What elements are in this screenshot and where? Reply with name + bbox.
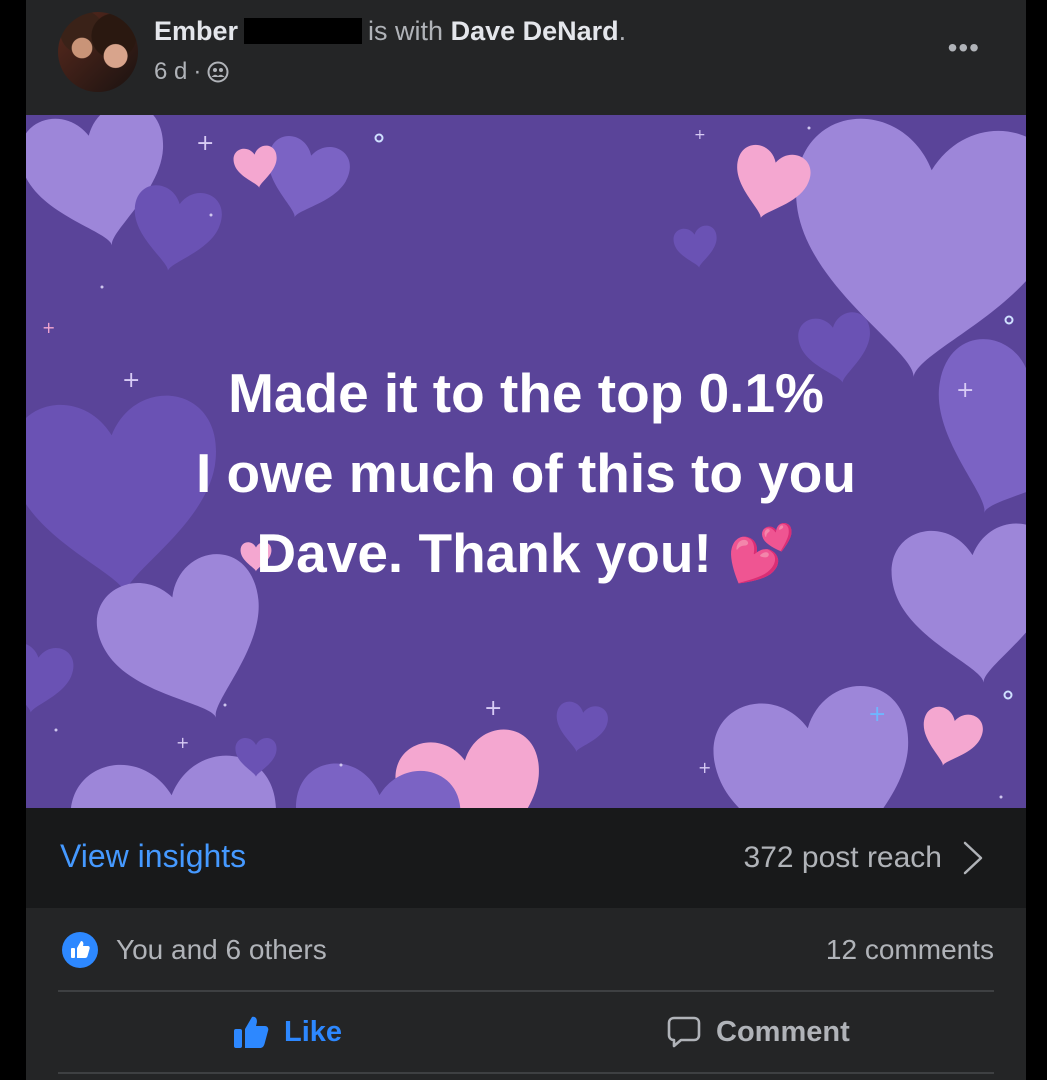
- redaction-bar: [244, 18, 363, 44]
- svg-text:+: +: [868, 702, 886, 727]
- divider: [58, 1072, 994, 1074]
- separator: ·: [193, 58, 202, 85]
- post-actions: Like Comment: [26, 992, 1026, 1074]
- svg-text:+: +: [694, 127, 706, 143]
- like-reaction-icon: [62, 932, 98, 968]
- reactions-text[interactable]: You and 6 others: [116, 934, 327, 966]
- comments-count[interactable]: 12 comments: [826, 934, 994, 966]
- svg-text:+: +: [484, 696, 502, 721]
- svg-text:+: +: [176, 733, 189, 752]
- chevron-right-icon[interactable]: [962, 840, 984, 876]
- comment-label: Comment: [716, 1015, 850, 1048]
- post-image-text: Made it to the top 0.1% I owe much of th…: [26, 353, 1026, 593]
- post-header: Ember is with Dave DeNard. 6 d · •••: [26, 0, 1026, 115]
- avatar[interactable]: [58, 12, 138, 92]
- reactions-summary: You and 6 others 12 comments: [26, 908, 1026, 990]
- like-label: Like: [284, 1015, 343, 1048]
- svg-text:+: +: [698, 758, 711, 777]
- post-time[interactable]: 6 d: [154, 58, 187, 86]
- comment-icon: [667, 1016, 701, 1048]
- thumbs-up-icon: [234, 1016, 269, 1048]
- post-image-line: I owe much of this to you: [196, 442, 856, 504]
- post-image-line: Made it to the top 0.1%: [228, 362, 824, 424]
- post-reach[interactable]: 372 post reach: [744, 841, 942, 875]
- insights-row: View insights 372 post reach: [26, 808, 1026, 908]
- more-options-icon[interactable]: •••: [948, 34, 980, 62]
- svg-text:+: +: [42, 318, 55, 337]
- post-image[interactable]: + + + + + + + + + Made it to the top 0.1…: [26, 115, 1026, 808]
- tagged-name[interactable]: Dave DeNard: [451, 16, 619, 46]
- post-author-line: Ember is with Dave DeNard.: [154, 16, 627, 46]
- view-insights-link[interactable]: View insights: [60, 838, 246, 875]
- friends-audience-icon[interactable]: [207, 61, 229, 83]
- like-button[interactable]: Like: [232, 1014, 342, 1050]
- svg-text:+: +: [196, 131, 214, 156]
- with-text: is with: [368, 16, 444, 46]
- post-meta: 6 d ·: [154, 58, 229, 86]
- post-card: Ember is with Dave DeNard. 6 d · ••• + +…: [26, 0, 1026, 1080]
- post-image-line: Dave. Thank you! 💕: [256, 522, 796, 584]
- comment-button[interactable]: Comment: [666, 1014, 850, 1050]
- author-name[interactable]: Ember: [154, 16, 238, 46]
